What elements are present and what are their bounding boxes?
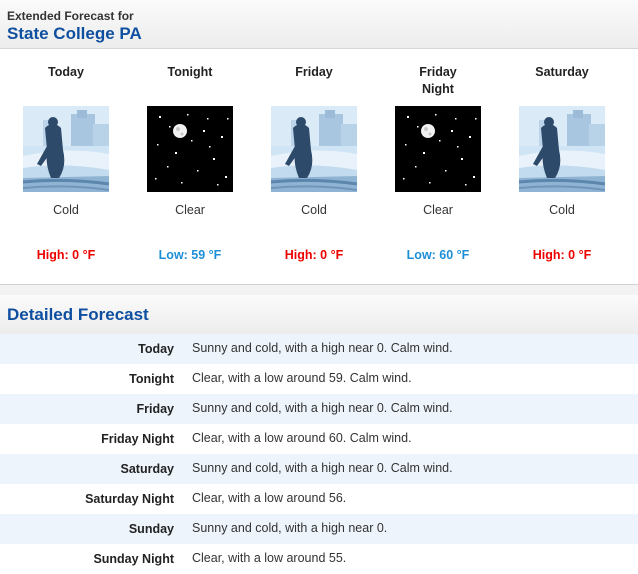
forecast-row: Tonight Clear, with a low around 59. Calm… [0,364,638,394]
forecast-row: Sunday Sunny and cold, with a high near 0… [0,514,638,544]
forecast-row: Friday Sunny and cold, with a high near 0… [0,394,638,424]
forecast-period[interactable]: Saturday Cold High: 0 °F [500,48,624,280]
period-name: Today [48,65,84,79]
short-description: Clear [175,203,205,217]
forecast-row: Today Sunny and cold, with a high near 0.… [0,334,638,364]
row-period-label: Sunday Night [93,552,174,566]
temp-low: Low: 59 °F [158,248,222,262]
forecast-row: Sunday Night Clear, with a low around 55. [0,544,638,574]
temp-high: High: 0 °F [36,248,96,262]
forecast-row: Friday Night Clear, with a low around 60.… [0,424,638,454]
row-period-label: Tonight [129,372,174,386]
section-divider [0,284,638,295]
short-description: Cold [549,203,575,217]
period-name: Saturday [535,65,589,79]
forecast-row: Saturday Sunny and cold, with a high near… [0,454,638,484]
row-forecast-text: Clear, with a low around 59. Calm wind. [192,371,412,385]
temp-low: Low: 60 °F [406,248,470,262]
short-description: Clear [423,203,453,217]
row-forecast-text: Sunny and cold, with a high near 0. Calm… [192,461,453,475]
forecast-period[interactable]: Today Cold High: 0 °F [4,48,128,280]
period-name: Friday Night [419,65,457,96]
clear-night-icon[interactable] [147,106,233,192]
temp-high: High: 0 °F [532,248,592,262]
row-period-label: Saturday Night [85,492,174,506]
row-period-label: Friday Night [101,432,174,446]
row-period-label: Friday [136,402,174,416]
clear-night-icon[interactable] [395,106,481,192]
forecast-header: Extended Forecast for State College PA [0,0,638,49]
cold-icon[interactable] [22,106,110,192]
short-description: Cold [301,203,327,217]
row-forecast-text: Sunny and cold, with a high near 0. Calm… [192,401,453,415]
cold-icon[interactable] [270,106,358,192]
short-description: Cold [53,203,79,217]
period-name: Tonight [167,65,213,79]
detailed-forecast-title: Detailed Forecast [7,305,149,324]
row-period-label: Today [138,342,174,356]
forecast-period[interactable]: Friday Night Clear Low: 60 °F [376,48,500,280]
row-forecast-text: Sunny and cold, with a high near 0. [192,521,388,535]
forecast-row: Saturday Night Clear, with a low around 5… [0,484,638,514]
row-forecast-text: Sunny and cold, with a high near 0. Calm… [192,341,453,355]
row-forecast-text: Clear, with a low around 56. [192,491,347,505]
cold-icon[interactable] [518,106,606,192]
forecast-period[interactable]: Friday Cold High: 0 °F [252,48,376,280]
temp-high: High: 0 °F [284,248,344,262]
period-name: Friday [295,65,333,79]
location-title: State College PA [7,24,142,43]
header-subtitle: Extended Forecast for [7,9,134,23]
row-forecast-text: Clear, with a low around 60. Calm wind. [192,431,412,445]
forecast-period[interactable]: Tonight Clear Low: 59 °F [128,48,252,280]
detailed-forecast-header: Detailed Forecast [0,295,638,335]
row-period-label: Sunday [128,522,174,536]
row-period-label: Saturday [120,462,175,476]
row-forecast-text: Clear, with a low around 55. [192,551,347,565]
